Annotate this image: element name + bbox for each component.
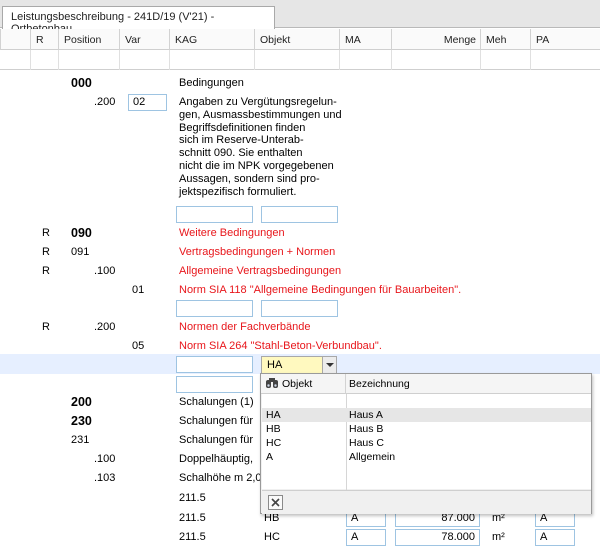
var-05[interactable]: 05 [132,340,144,352]
column-header-menge[interactable]: Menge [391,29,480,50]
combobox-dropdown-button[interactable] [322,357,336,373]
var-field-02[interactable]: 02 [128,94,167,111]
row-text-doppelhaeuptig[interactable]: Doppelhäuptig, [179,453,253,465]
kag-input[interactable] [176,300,253,317]
column-header-blank [0,29,30,50]
row-text-norm-sia-264[interactable]: Norm SIA 264 "Stahl-Beton-Verbundbau". [179,340,382,352]
pa-field[interactable]: A [535,529,575,546]
position-100[interactable]: .100 [94,265,115,277]
row-text-schalungen-fuer-231[interactable]: Schalungen für [179,434,253,446]
position-091[interactable]: 091 [71,246,89,258]
objekt-value[interactable]: HC [264,531,280,543]
close-icon[interactable] [268,495,283,510]
position-000[interactable]: 000 [71,76,92,90]
row-text-schalhoehe[interactable]: Schalhöhe m 2,0 [179,472,262,484]
position-230[interactable]: 230 [71,414,92,428]
objekt-dropdown: Objekt Bezeichnung HA Haus A HB Haus B HC H… [260,373,592,514]
r-marker: R [42,246,50,258]
filter-cell-pa[interactable] [530,50,600,70]
objekt-input[interactable] [261,300,338,317]
combobox-value: HA [267,359,283,371]
column-header-position[interactable]: Position [58,29,119,50]
menge-field[interactable]: 78.000 [395,529,480,546]
kag-input[interactable] [176,376,253,393]
filter-cell-var[interactable] [119,50,169,70]
row-text-norm-sia-118[interactable]: Norm SIA 118 "Allgemeine Bedingungen für… [179,284,461,296]
row-text-normen-der-fachverbaende[interactable]: Normen der Fachverbände [179,321,310,333]
description-paragraph[interactable]: Angaben zu Vergütungsregelun- gen, Ausma… [179,96,342,198]
dropdown-column-bezeichnung[interactable]: Bezeichnung [349,378,410,390]
kag-value[interactable]: 211.5 [179,531,206,543]
var-01[interactable]: 01 [132,284,144,296]
row-text-schalungen-fuer-230[interactable]: Schalungen für [179,415,253,427]
row-text-weitere-bedingungen[interactable]: Weitere Bedingungen [179,227,285,239]
row-text-allgemeine-vertragsbedingungen[interactable]: Allgemeine Vertragsbedingungen [179,265,341,277]
dropdown-footer [262,490,591,514]
objekt-input[interactable] [261,206,338,223]
r-marker: R [42,265,50,277]
position-090[interactable]: 090 [71,226,92,240]
column-header-pa[interactable]: PA [530,29,600,50]
row-text-vertragsbedingungen[interactable]: Vertragsbedingungen + Normen [179,246,335,258]
position-231-103[interactable]: .103 [94,472,115,484]
r-marker: R [42,227,50,239]
tab-bar: Leistungsbeschreibung - 241D/19 (V'21) -… [0,0,600,35]
filter-cell-ma[interactable] [339,50,391,70]
kag-value[interactable]: 211.5 [179,512,206,524]
column-header-var[interactable]: Var [119,29,169,50]
dropdown-header: Objekt Bezeichnung [261,374,591,394]
dropdown-item-a[interactable]: A Allgemein [262,450,591,464]
kag-input-active[interactable] [176,356,253,373]
kag-input[interactable] [176,206,253,223]
column-header-kag[interactable]: KAG [169,29,254,50]
document-tab[interactable]: Leistungsbeschreibung - 241D/19 (V'21) -… [2,6,275,35]
objekt-combobox[interactable]: HA [261,356,337,374]
binoculars-icon[interactable] [265,377,279,392]
column-header-meh[interactable]: Meh [480,29,530,50]
position-200-main[interactable]: 200 [71,395,92,409]
column-header-ma[interactable]: MA [339,29,391,50]
dropdown-item-hc[interactable]: HC Haus C [262,436,591,450]
position-231-100[interactable]: .100 [94,453,115,465]
column-header-r[interactable]: R [30,29,58,50]
filter-row [0,50,600,70]
filter-cell-objekt[interactable] [254,50,339,70]
filter-cell-position[interactable] [58,50,119,70]
filter-cell-menge[interactable] [391,50,480,70]
row-text-schalungen-1[interactable]: Schalungen (1) [179,396,254,408]
ma-field[interactable]: A [346,529,386,546]
kag-value[interactable]: 211.5 [179,492,206,504]
filter-cell-meh[interactable] [480,50,530,70]
r-marker: R [42,321,50,333]
meh-value[interactable]: m² [492,531,505,543]
filter-cell-r[interactable] [30,50,58,70]
dropdown-item-hb[interactable]: HB Haus B [262,422,591,436]
position-200-sub[interactable]: .200 [94,96,115,108]
filter-cell-kag[interactable] [169,50,254,70]
header-divider [345,374,346,394]
dropdown-column-objekt[interactable]: Objekt [282,378,312,390]
chevron-down-icon [326,363,334,367]
position-200[interactable]: .200 [94,321,115,333]
row-text-bedingungen[interactable]: Bedingungen [179,77,244,89]
position-231[interactable]: 231 [71,434,89,446]
column-header-objekt[interactable]: Objekt [254,29,339,50]
dropdown-item-ha[interactable]: HA Haus A [262,408,591,422]
column-header-row: R Position Var KAG Objekt MA Menge Meh P… [0,29,600,50]
dropdown-list: HA Haus A HB Haus B HC Haus C A Allgemein [262,394,591,509]
